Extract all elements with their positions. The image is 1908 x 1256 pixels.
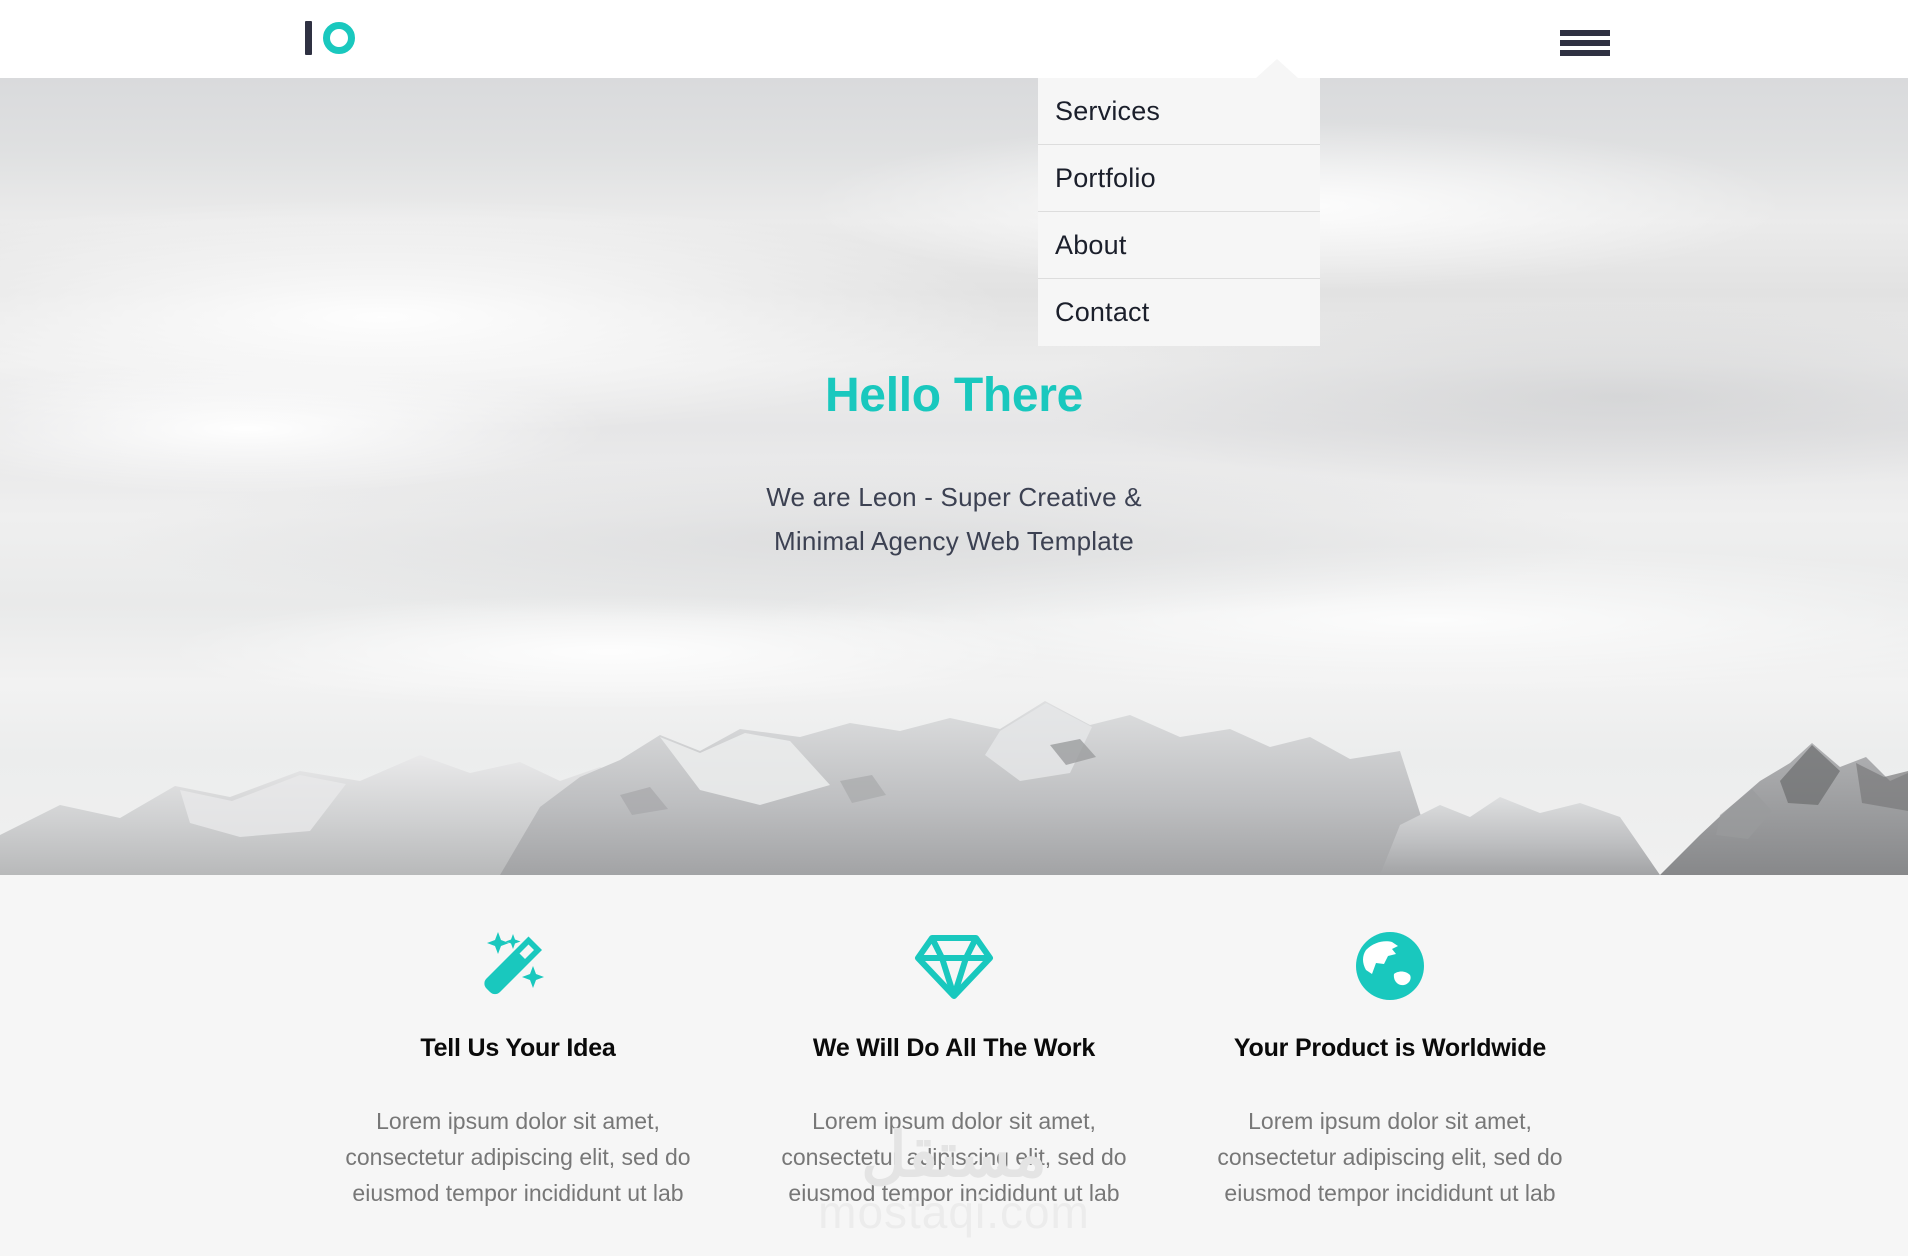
feature-text: Lorem ipsum dolor sit amet, consectetur …: [781, 1108, 1127, 1206]
hero-section: Hello There We are Leon - Super Creative…: [0, 78, 1908, 875]
menu-item-portfolio[interactable]: Portfolio: [1038, 145, 1320, 212]
hero-subtitle-line-1: We are Leon - Super Creative &: [766, 482, 1142, 512]
menu-item-about[interactable]: About: [1038, 212, 1320, 279]
hero-title: Hello There: [824, 369, 1084, 422]
dropdown-arrow-icon: [1256, 59, 1298, 78]
feature-card-work: We Will Do All The Work Lorem ipsum dolo…: [736, 875, 1172, 1256]
hero-subtitle-line-2: Minimal Agency Web Template: [774, 526, 1134, 556]
hero-copy: Hello There We are Leon - Super Creative…: [0, 368, 1908, 563]
feature-card-idea: Tell Us Your Idea Lorem ipsum dolor sit …: [300, 875, 736, 1256]
hamburger-bar-bottom: [1560, 50, 1610, 56]
menu-item-services[interactable]: Services: [1038, 78, 1320, 145]
logo[interactable]: [305, 21, 355, 55]
page-root: Hello There We are Leon - Super Creative…: [0, 0, 1908, 1256]
menu-item-contact[interactable]: Contact: [1038, 279, 1320, 346]
feature-title: We Will Do All The Work: [812, 1034, 1096, 1062]
feature-text: Lorem ipsum dolor sit amet, consectetur …: [1217, 1108, 1563, 1206]
features-section: Tell Us Your Idea Lorem ipsum dolor sit …: [0, 875, 1908, 1256]
hero-subtitle: We are Leon - Super Creative & Minimal A…: [0, 475, 1908, 563]
navigation-dropdown: Services Portfolio About Contact: [1038, 59, 1320, 346]
feature-text: Lorem ipsum dolor sit amet, consectetur …: [345, 1108, 691, 1206]
hamburger-bar-middle: [1560, 40, 1610, 46]
hero-mountains-image: [0, 701, 1908, 875]
globe-icon: [1172, 930, 1608, 1002]
feature-card-worldwide: Your Product is Worldwide Lorem ipsum do…: [1172, 875, 1608, 1256]
magic-wand-icon: [300, 930, 736, 1002]
site-header: [0, 0, 1908, 78]
hamburger-menu-icon[interactable]: [1560, 30, 1610, 56]
logo-ring-icon: [323, 22, 355, 54]
gem-icon: [736, 930, 1172, 1002]
feature-title: Tell Us Your Idea: [420, 1034, 616, 1062]
hamburger-bar-top: [1560, 30, 1610, 36]
feature-title: Your Product is Worldwide: [1233, 1034, 1547, 1062]
logo-bar-icon: [305, 21, 312, 55]
